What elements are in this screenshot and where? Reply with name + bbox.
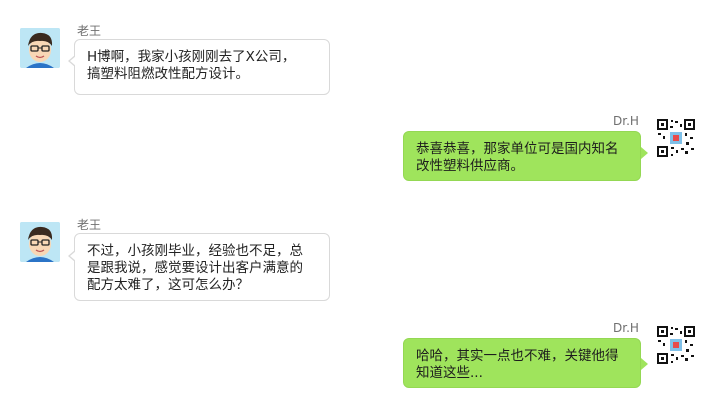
chat-message-right: Dr.H 哈哈，其实一点也不难，关键他得 知道这些... bbox=[0, 0, 712, 403]
message-bubble[interactable]: 哈哈，其实一点也不难，关键他得 知道这些... bbox=[403, 338, 641, 388]
qr-code-avatar-icon[interactable] bbox=[656, 325, 696, 365]
sender-name: Dr.H bbox=[613, 321, 639, 335]
bubble-tail bbox=[641, 358, 648, 370]
